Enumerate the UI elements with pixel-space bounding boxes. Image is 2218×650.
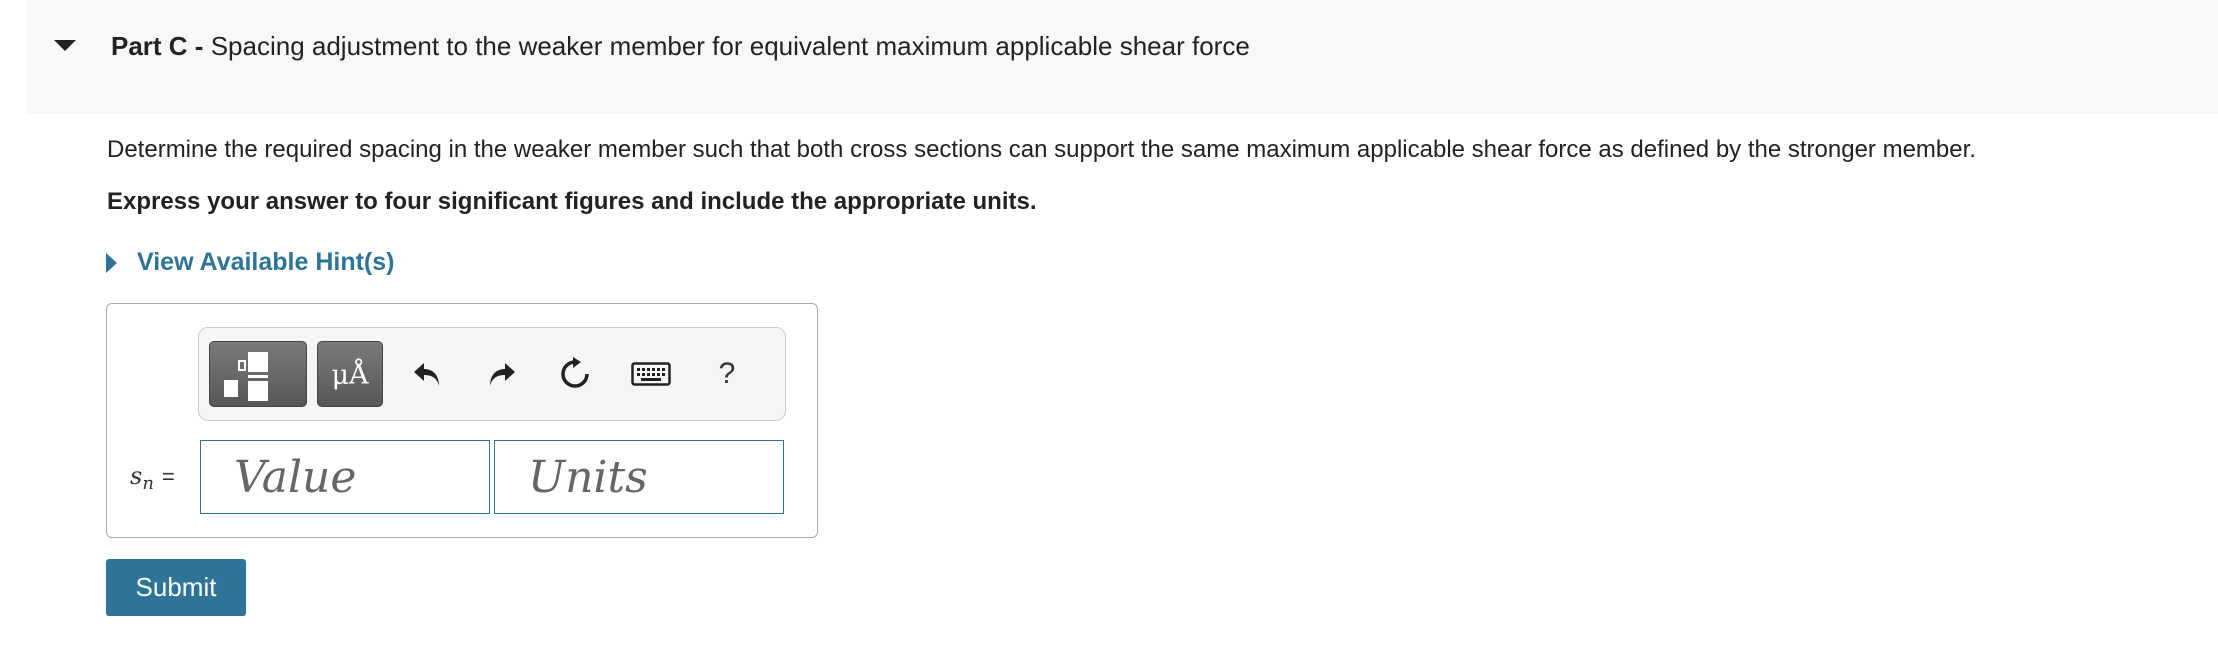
equals-sign: =	[161, 464, 175, 489]
undo-icon[interactable]	[407, 354, 447, 394]
variable-symbol: s	[130, 462, 143, 490]
help-button[interactable]: ?	[707, 354, 747, 394]
expand-caret-icon	[106, 252, 117, 273]
reset-icon[interactable]	[555, 354, 595, 394]
help-icon: ?	[718, 357, 736, 390]
view-hints-link[interactable]: View Available Hint(s)	[106, 248, 394, 277]
instruction-text: Express your answer to four significant …	[107, 188, 1037, 215]
part-label: Part C -	[111, 31, 204, 61]
symbols-label: μÅ	[331, 360, 369, 391]
value-input[interactable]	[200, 440, 490, 514]
units-input[interactable]	[494, 440, 784, 514]
redo-icon[interactable]	[482, 354, 522, 394]
part-header[interactable]: Part C - Spacing adjustment to the weake…	[26, 0, 2218, 114]
question-text: Determine the required spacing in the we…	[107, 136, 1976, 163]
math-toolbar: μÅ ?	[198, 327, 786, 421]
keyboard-icon[interactable]	[629, 354, 673, 394]
submit-button[interactable]: Submit	[106, 559, 246, 616]
templates-button[interactable]	[209, 341, 307, 407]
variable-subscript: n	[142, 473, 154, 494]
symbols-button[interactable]: μÅ	[317, 341, 383, 407]
hint-label: View Available Hint(s)	[137, 248, 395, 276]
part-title: Part C - Spacing adjustment to the weake…	[111, 31, 1250, 62]
variable-label: sn =	[130, 462, 175, 494]
collapse-caret-icon[interactable]	[54, 40, 76, 51]
part-title-text: Spacing adjustment to the weaker member …	[210, 31, 1250, 61]
